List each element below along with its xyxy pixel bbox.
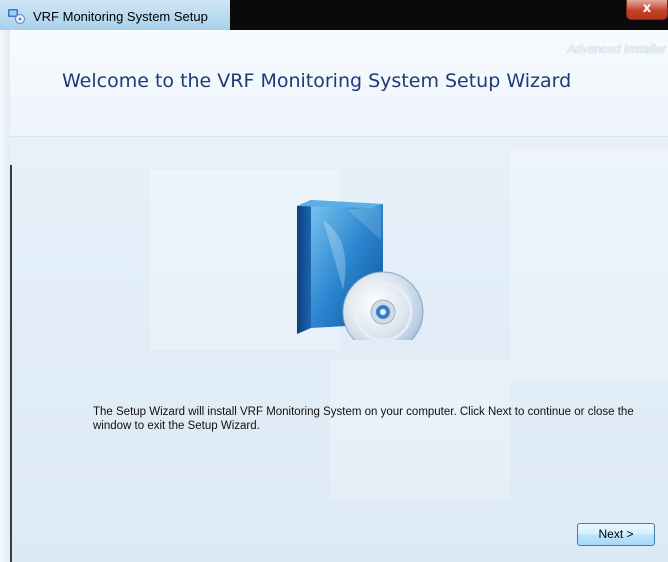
background-panel bbox=[510, 150, 668, 380]
title-bar[interactable]: VRF Monitoring System Setup bbox=[0, 0, 230, 30]
wizard-client-area: Advanced Installer Welcome to the VRF Mo… bbox=[10, 30, 668, 562]
next-button[interactable]: Next > bbox=[577, 523, 655, 546]
wizard-header: Advanced Installer Welcome to the VRF Mo… bbox=[10, 30, 668, 137]
installer-watermark: Advanced Installer bbox=[567, 42, 666, 56]
software-box-with-cd-icon bbox=[297, 200, 424, 340]
window-edge-line bbox=[10, 165, 12, 562]
wizard-description: The Setup Wizard will install VRF Monito… bbox=[93, 406, 634, 432]
window-title: VRF Monitoring System Setup bbox=[33, 9, 208, 24]
installer-app-icon bbox=[8, 9, 25, 24]
close-button[interactable]: x bbox=[626, 0, 668, 20]
welcome-heading: Welcome to the VRF Monitoring System Set… bbox=[62, 70, 572, 92]
title-bar-background bbox=[230, 0, 668, 30]
window-frame-left bbox=[0, 30, 10, 562]
